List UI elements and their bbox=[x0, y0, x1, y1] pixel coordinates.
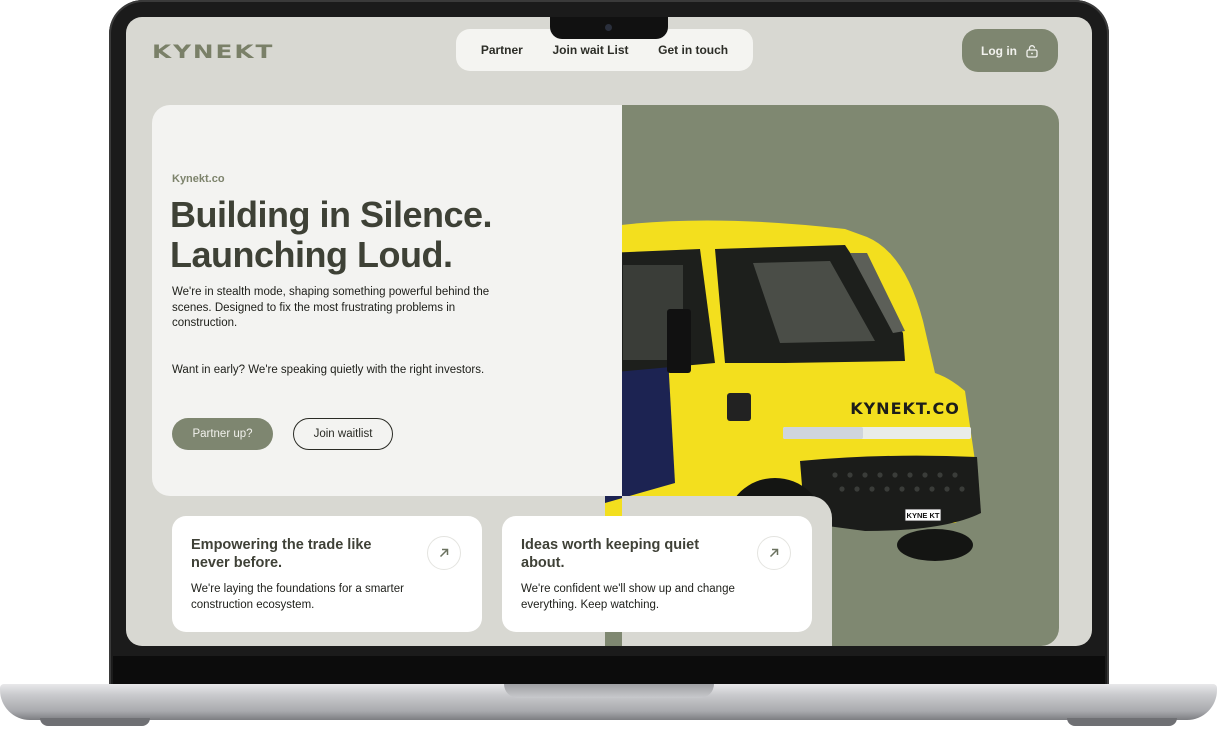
hero-section: Kynekt.co Building in Silence. Launching… bbox=[152, 105, 622, 496]
laptop-foot-right bbox=[1067, 718, 1177, 726]
camera-notch bbox=[550, 17, 668, 39]
hero-description: We're in stealth mode, shaping something… bbox=[172, 286, 490, 329]
feature-card-body: We're laying the foundations for a smart… bbox=[191, 583, 404, 611]
hero-eyebrow: Kynekt.co bbox=[172, 173, 225, 185]
login-label: Log in bbox=[981, 43, 1017, 58]
nav-item-get-in-touch[interactable]: Get in touch bbox=[658, 43, 728, 57]
join-waitlist-button[interactable]: Join waitlist bbox=[293, 418, 393, 450]
feature-card-ideas[interactable]: Ideas worth keeping quiet about. We're c… bbox=[502, 516, 812, 632]
feature-card-body: We're confident we'll show up and change… bbox=[521, 583, 735, 611]
nav-item-join-wait-list[interactable]: Join wait List bbox=[552, 43, 628, 57]
headline-line-2: Launching Loud. bbox=[170, 234, 453, 275]
brand-logo[interactable]: KYNEKT bbox=[152, 41, 274, 63]
feature-card-title: Empowering the trade like never before. bbox=[191, 537, 372, 571]
arrow-up-right-icon[interactable] bbox=[427, 536, 461, 570]
arrow-up-right-icon[interactable] bbox=[757, 536, 791, 570]
laptop-bottom-bezel bbox=[113, 656, 1105, 684]
screen: KYNEKT Partner Join wait List Get in tou… bbox=[126, 17, 1092, 646]
lock-icon bbox=[1026, 44, 1038, 58]
laptop-foot-left bbox=[40, 718, 150, 726]
login-button[interactable]: Log in bbox=[962, 29, 1058, 72]
camera-icon bbox=[605, 24, 612, 31]
van-side-text: KYNEKT.CO bbox=[850, 399, 960, 418]
nav-item-partner[interactable]: Partner bbox=[481, 43, 523, 57]
hero-headline: Building in Silence. Launching Loud. bbox=[170, 195, 550, 275]
partner-up-button[interactable]: Partner up? bbox=[172, 418, 273, 450]
feature-card-title: Ideas worth keeping quiet about. bbox=[521, 537, 700, 571]
hero-investor-note: Want in early? We're speaking quietly wi… bbox=[172, 364, 485, 376]
feature-card-trade[interactable]: Empowering the trade like never before. … bbox=[172, 516, 482, 632]
headline-line-1: Building in Silence. bbox=[170, 194, 493, 235]
laptop-opening-notch bbox=[504, 684, 714, 698]
license-plate: KYNE KT bbox=[907, 511, 940, 520]
